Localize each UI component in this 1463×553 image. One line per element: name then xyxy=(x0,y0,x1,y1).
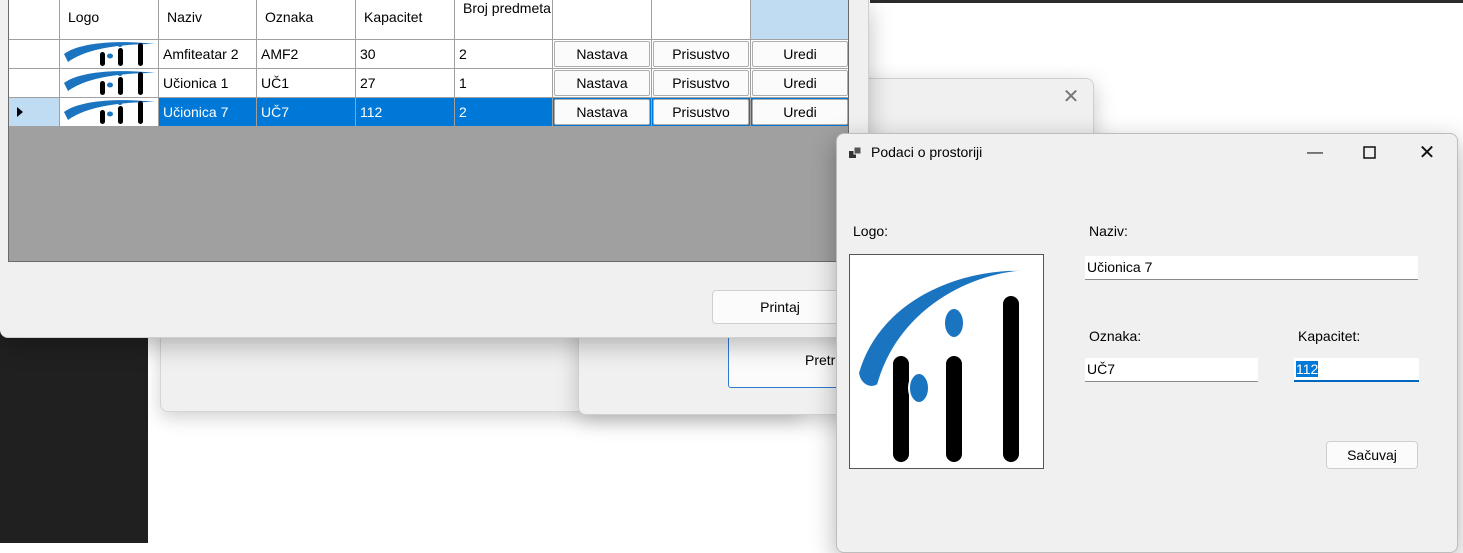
rooms-window: Logo Naziv Oznaka Kapacitet Broj predmet… xyxy=(0,0,869,338)
room-details-dialog: Podaci o prostoriji — ✕ Logo: Naziv: Uči… xyxy=(836,133,1458,553)
column-header-broj-predmeta[interactable]: Broj predmeta xyxy=(455,0,553,40)
dialog-title: Podaci o prostoriji xyxy=(871,144,983,160)
logo-label: Logo: xyxy=(853,223,889,239)
nastava-button[interactable]: Nastava xyxy=(554,99,650,125)
close-icon[interactable]: ✕ xyxy=(1060,86,1082,108)
uredi-button[interactable]: Uredi xyxy=(752,99,848,125)
room-logo-icon xyxy=(64,42,155,66)
rooms-grid: Logo Naziv Oznaka Kapacitet Broj predmet… xyxy=(8,0,849,262)
cell-naziv[interactable]: Učionica 7 xyxy=(159,98,257,127)
background-taskbar-area xyxy=(0,330,148,543)
naziv-field[interactable]: Učionica 7 xyxy=(1085,256,1418,280)
grid-corner-header xyxy=(9,0,60,40)
current-row-arrow-icon xyxy=(17,107,23,117)
close-icon[interactable]: ✕ xyxy=(1404,135,1450,171)
prisustvo-button[interactable]: Prisustvo xyxy=(653,41,749,67)
cell-uredi: Uredi xyxy=(751,40,848,69)
uredi-button[interactable]: Uredi xyxy=(752,41,848,67)
cell-prisustvo: Prisustvo xyxy=(652,98,751,127)
cell-uredi: Uredi xyxy=(751,98,848,127)
room-logo-icon xyxy=(856,268,1039,464)
room-logo-icon xyxy=(64,100,155,124)
row-header[interactable] xyxy=(9,40,60,69)
cell-oznaka[interactable]: UČ1 xyxy=(257,69,356,98)
kapacitet-field[interactable]: 112 xyxy=(1294,358,1419,382)
nastava-button[interactable]: Nastava xyxy=(554,70,650,96)
oznaka-field[interactable]: UČ7 xyxy=(1085,358,1258,382)
logo-cell[interactable] xyxy=(60,98,159,127)
column-header-nastava[interactable] xyxy=(553,0,652,40)
column-header-kapacitet[interactable]: Kapacitet xyxy=(356,0,455,40)
logo-picture-box[interactable] xyxy=(849,254,1044,469)
logo-cell[interactable] xyxy=(60,40,159,69)
row-header[interactable] xyxy=(9,69,60,98)
kapacitet-selected-text: 112 xyxy=(1296,361,1319,377)
naziv-label: Naziv: xyxy=(1089,223,1128,239)
cell-oznaka[interactable]: AMF2 xyxy=(257,40,356,69)
cell-naziv[interactable]: Amfiteatar 2 xyxy=(159,40,257,69)
column-header-prisustvo[interactable] xyxy=(652,0,751,40)
nastava-button[interactable]: Nastava xyxy=(554,41,650,67)
cell-broj-predmeta[interactable]: 2 xyxy=(455,98,553,127)
print-button[interactable]: Printaj xyxy=(712,290,848,324)
logo-cell[interactable] xyxy=(60,69,159,98)
prisustvo-button[interactable]: Prisustvo xyxy=(653,70,749,96)
column-header-uredi[interactable] xyxy=(751,0,848,40)
row-header-selected[interactable] xyxy=(9,98,60,127)
cell-kapacitet[interactable]: 112 xyxy=(356,98,455,127)
cell-nastava: Nastava xyxy=(553,40,652,69)
uredi-button[interactable]: Uredi xyxy=(752,70,848,96)
save-button[interactable]: Sačuvaj xyxy=(1326,441,1418,469)
cell-oznaka[interactable]: UČ7 xyxy=(257,98,356,127)
minimize-icon[interactable]: — xyxy=(1292,135,1338,171)
cell-broj-predmeta[interactable]: 2 xyxy=(455,40,553,69)
cell-broj-predmeta[interactable]: 1 xyxy=(455,69,553,98)
cell-prisustvo: Prisustvo xyxy=(652,40,751,69)
cell-nastava: Nastava xyxy=(553,69,652,98)
oznaka-label: Oznaka: xyxy=(1089,328,1142,344)
cell-kapacitet[interactable]: 30 xyxy=(356,40,455,69)
kapacitet-label: Kapacitet: xyxy=(1298,328,1361,344)
room-logo-icon xyxy=(64,71,155,95)
prisustvo-button[interactable]: Prisustvo xyxy=(653,99,749,125)
cell-uredi: Uredi xyxy=(751,69,848,98)
column-header-oznaka[interactable]: Oznaka xyxy=(257,0,356,40)
column-header-logo[interactable]: Logo xyxy=(60,0,159,40)
cell-kapacitet[interactable]: 27 xyxy=(356,69,455,98)
cell-nastava: Nastava xyxy=(553,98,652,127)
app-icon xyxy=(849,146,862,158)
column-header-naziv[interactable]: Naziv xyxy=(159,0,257,40)
cell-prisustvo: Prisustvo xyxy=(652,69,751,98)
cell-naziv[interactable]: Učionica 1 xyxy=(159,69,257,98)
maximize-icon[interactable] xyxy=(1347,135,1393,171)
